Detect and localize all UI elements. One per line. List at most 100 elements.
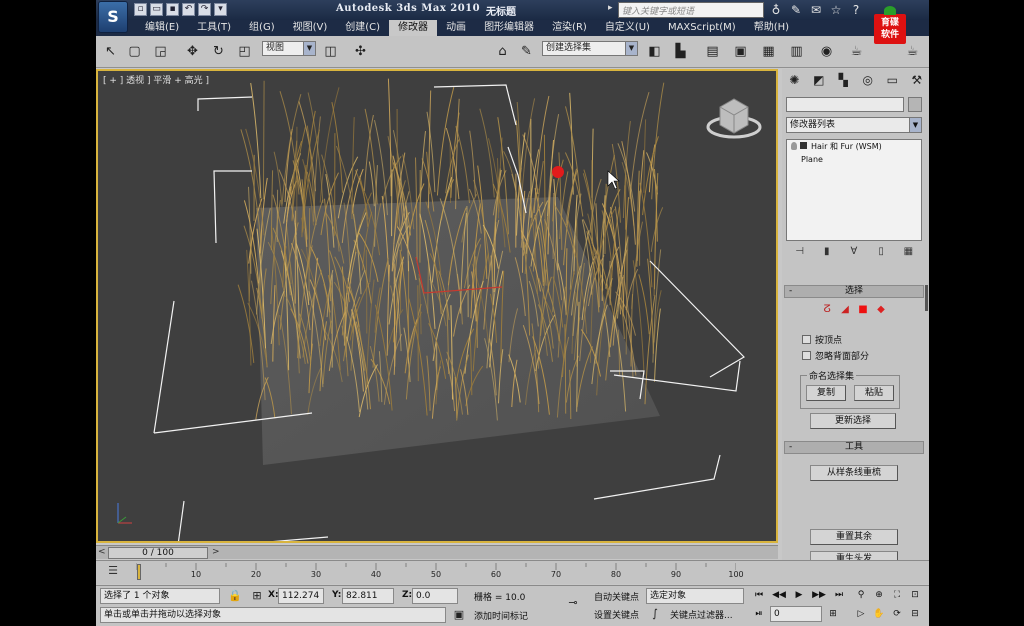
search-input[interactable]: 键入关键字或短语 (618, 2, 764, 18)
help-icon[interactable]: ? (848, 2, 864, 18)
make-unique-icon[interactable]: ∀ (846, 245, 862, 259)
menu-rendering[interactable]: 渲染(R) (543, 20, 596, 36)
zoom-extents-icon[interactable]: ⛶ (890, 588, 904, 602)
remove-modifier-icon[interactable]: ▯ (873, 245, 889, 259)
panel-scrollbar[interactable] (925, 285, 928, 311)
time-slider[interactable]: < 0 / 100 > (96, 545, 778, 559)
curve-editor-icon[interactable]: ▣ (730, 41, 751, 62)
app-menu-logo-icon[interactable]: S (98, 1, 128, 33)
modifier-list-select[interactable]: 修改器列表 ▼ (786, 117, 922, 133)
key-filters-button[interactable]: 关键点过滤器... (670, 608, 733, 621)
prev-frame-icon[interactable]: < (98, 547, 106, 557)
named-selection-select[interactable]: 创建选择集 ▼ (542, 41, 638, 56)
scale-icon[interactable]: ◰ (234, 41, 255, 62)
viewport-label[interactable]: [ + ] 透视 ] 平滑 + 高光 ] (103, 73, 209, 86)
display-tab-icon[interactable]: ▭ (883, 71, 901, 89)
face-level-icon[interactable]: ◢ (839, 304, 851, 316)
key-mode-toggle-icon[interactable]: ⏯ (752, 607, 766, 621)
maximize-viewport-icon[interactable]: ⊟ (908, 607, 922, 621)
menu-tools[interactable]: 工具(T) (188, 20, 240, 36)
y-coordinate-field[interactable]: 82.811 (342, 588, 394, 604)
rotate-icon[interactable]: ↻ (208, 41, 229, 62)
key-tangent-icon[interactable]: ∫ (648, 607, 662, 621)
play-icon[interactable]: ▶ (792, 588, 806, 602)
menu-graph-editors[interactable]: 图形编辑器 (475, 20, 543, 36)
fov-icon[interactable]: ▷ (854, 607, 868, 621)
search-expand-icon[interactable]: ▸ (608, 3, 618, 17)
selection-rollout-header[interactable]: - 选择 (784, 285, 924, 298)
by-vertex-checkbox[interactable]: 按顶点 (802, 333, 842, 346)
viewcube-icon[interactable] (706, 98, 762, 139)
stack-item-hair-fur[interactable]: Hair 和 Fur (WSM) (787, 140, 921, 153)
configure-sets-icon[interactable]: ▦ (900, 245, 916, 259)
next-key-icon[interactable]: ▶▶ (812, 588, 826, 602)
hierarchy-tab-icon[interactable]: ▚ (834, 71, 852, 89)
current-frame-field[interactable]: 0 (770, 606, 822, 622)
new-file-icon[interactable]: ▫ (134, 3, 147, 16)
menu-modifiers[interactable]: 修改器 (389, 20, 438, 36)
time-slider-thumb[interactable]: 0 / 100 (108, 547, 208, 559)
auto-key-button[interactable]: 自动关键点 (594, 590, 639, 603)
modify-tab-icon[interactable]: ◩ (810, 71, 828, 89)
pan-icon[interactable]: ✋ (872, 607, 886, 621)
pin-stack-icon[interactable]: ⊣ (792, 245, 808, 259)
save-file-icon[interactable]: ▪ (166, 3, 179, 16)
add-time-tag[interactable]: 添加时间标记 (474, 609, 528, 622)
zoom-extents-all-icon[interactable]: ⊡ (908, 588, 922, 602)
zoom-icon[interactable]: ⚲ (854, 588, 868, 602)
render-frame-icon[interactable]: ☕ (846, 41, 867, 62)
track-bar-menu-icon[interactable]: ☰ (104, 564, 122, 580)
utilities-tab-icon[interactable]: ⚒ (908, 71, 926, 89)
pivot-center-icon[interactable]: ◫ (320, 41, 341, 62)
goto-start-icon[interactable]: ⏮ (752, 588, 766, 602)
open-file-icon[interactable]: ▭ (150, 3, 163, 16)
orbit-icon[interactable]: ⟳ (890, 607, 904, 621)
z-coordinate-field[interactable]: 0.0 (412, 588, 458, 604)
checkbox-box[interactable] (802, 351, 811, 360)
absolute-mode-icon[interactable]: ⊞ (250, 589, 264, 603)
redo-icon[interactable]: ↷ (198, 3, 211, 16)
layer-manager-icon[interactable]: ▤ (702, 41, 723, 62)
key-mode-select[interactable]: 选定对象 (646, 588, 744, 604)
undo-icon[interactable]: ↶ (182, 3, 195, 16)
render-setup-icon[interactable]: ◉ (816, 41, 837, 62)
align-icon[interactable]: ▙ (670, 41, 691, 62)
lock-selection-icon[interactable]: 🔒 (228, 589, 242, 603)
goto-end-icon[interactable]: ⏭ (832, 588, 846, 602)
motion-tab-icon[interactable]: ◎ (859, 71, 877, 89)
copy-button[interactable]: 复制 (806, 385, 846, 401)
update-selection-button[interactable]: 更新选择 (810, 413, 896, 429)
recomb-from-splines-button[interactable]: 从样条线重梳 (810, 465, 898, 481)
render-production-icon[interactable]: ☕ (902, 41, 923, 62)
mirror-icon[interactable]: ◧ (644, 41, 665, 62)
paste-button[interactable]: 粘贴 (854, 385, 894, 401)
expand-icon[interactable] (800, 142, 807, 149)
reference-coord-select[interactable]: 视图 ▼ (262, 41, 316, 56)
menu-create[interactable]: 创建(C) (336, 20, 389, 36)
ignore-backfacing-checkbox[interactable]: 忽略背面部分 (802, 349, 869, 362)
set-key-button[interactable]: 设置关键点 (594, 608, 639, 621)
quick-access-dropdown-icon[interactable]: ▾ (214, 3, 227, 16)
menu-animation[interactable]: 动画 (437, 20, 475, 36)
edit-named-sets-icon[interactable]: ✎ (516, 41, 537, 62)
checkbox-box[interactable] (802, 335, 811, 344)
snap-toggle-icon[interactable]: ⌂ (492, 41, 513, 62)
menu-maxscript[interactable]: MAXScript(M) (659, 20, 745, 36)
communication-icon[interactable]: ✉ (808, 2, 824, 18)
stack-item-plane[interactable]: Plane (787, 153, 921, 166)
binoculars-icon[interactable]: ♁ (768, 2, 784, 18)
tools-rollout-header[interactable]: - 工具 (784, 441, 924, 454)
rect-selection-icon[interactable]: ▢ (124, 41, 145, 62)
perspective-viewport[interactable]: [ + ] 透视 ] 平滑 + 高光 ] (96, 69, 778, 543)
prev-key-icon[interactable]: ◀◀ (772, 588, 786, 602)
menu-customize[interactable]: 自定义(U) (596, 20, 659, 36)
favorites-star-icon[interactable]: ☆ (828, 2, 844, 18)
window-crossing-icon[interactable]: ◲ (150, 41, 171, 62)
schematic-view-icon[interactable]: ▦ (758, 41, 779, 62)
polygon-level-icon[interactable]: ■ (857, 304, 869, 316)
menu-edit[interactable]: 编辑(E) (136, 20, 188, 36)
create-tab-icon[interactable]: ✺ (785, 71, 803, 89)
object-name-field[interactable] (786, 97, 904, 112)
menu-group[interactable]: 组(G) (240, 20, 284, 36)
time-tag-icon[interactable]: ▣ (452, 608, 466, 622)
